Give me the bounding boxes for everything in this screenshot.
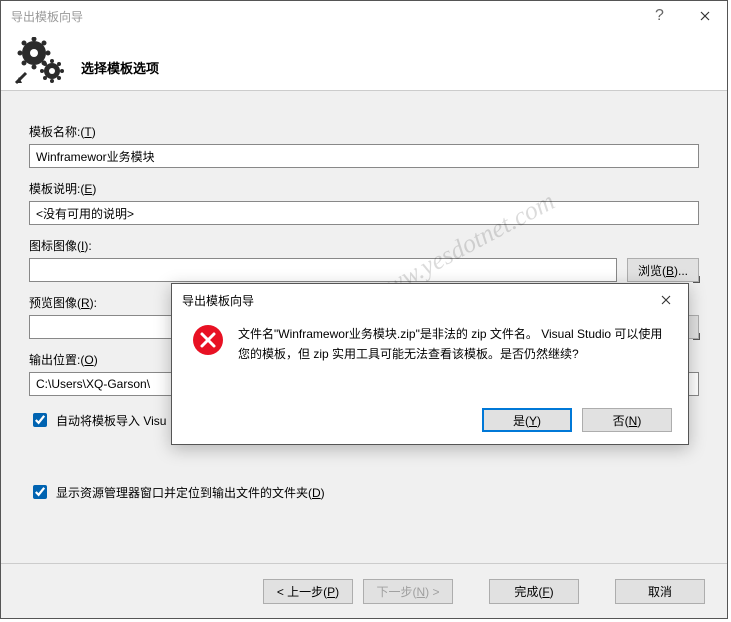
dialog-message: 文件名"Winframewor业务模块.zip"是非法的 zip 文件名。 Vi… [238,324,668,365]
window-title: 导出模板向导 [11,8,637,25]
wizard-footer: < 上一步(P) 下一步(N) > 完成(F) 取消 [1,563,727,618]
show-explorer-check-input[interactable] [33,485,47,499]
titlebar: 导出模板向导 ? [1,1,727,31]
confirm-dialog: 导出模板向导 文件名"Winframewor业务模块.zip"是非法的 zip … [171,283,689,445]
icon-image-input[interactable] [29,258,617,282]
prev-button[interactable]: < 上一步(P) [263,579,353,604]
dialog-title: 导出模板向导 [182,292,643,309]
yes-button[interactable]: 是(Y) [482,408,572,432]
template-desc-input[interactable] [29,201,699,225]
show-explorer-label: 显示资源管理器窗口并定位到输出文件的文件夹(D) [56,484,325,501]
show-explorer-checkbox[interactable]: 显示资源管理器窗口并定位到输出文件的文件夹(D) [29,482,699,502]
close-icon [661,295,671,305]
icon-image-label: 图标图像(I): [29,237,699,254]
page-title: 选择模板选项 [81,58,159,77]
dialog-footer: 是(Y) 否(N) [482,408,672,432]
auto-import-check-input[interactable] [33,413,47,427]
cancel-button[interactable]: 取消 [615,579,705,604]
template-name-input[interactable] [29,144,699,168]
close-button[interactable] [682,1,727,31]
error-icon [192,324,224,356]
help-button[interactable]: ? [637,1,682,31]
template-name-label: 模板名称:(T) [29,123,699,140]
next-button: 下一步(N) > [363,579,453,604]
finish-button[interactable]: 完成(F) [489,579,579,604]
wizard-header: 选择模板选项 [1,31,727,91]
browse-icon-button[interactable]: 浏览(B)... [627,258,699,282]
dialog-titlebar: 导出模板向导 [172,284,688,316]
auto-import-label: 自动将模板导入 Visu [56,412,166,429]
close-icon [700,11,710,21]
gears-icon [11,36,71,86]
no-button[interactable]: 否(N) [582,408,672,432]
dialog-close-button[interactable] [643,284,688,316]
template-desc-label: 模板说明:(E) [29,180,699,197]
